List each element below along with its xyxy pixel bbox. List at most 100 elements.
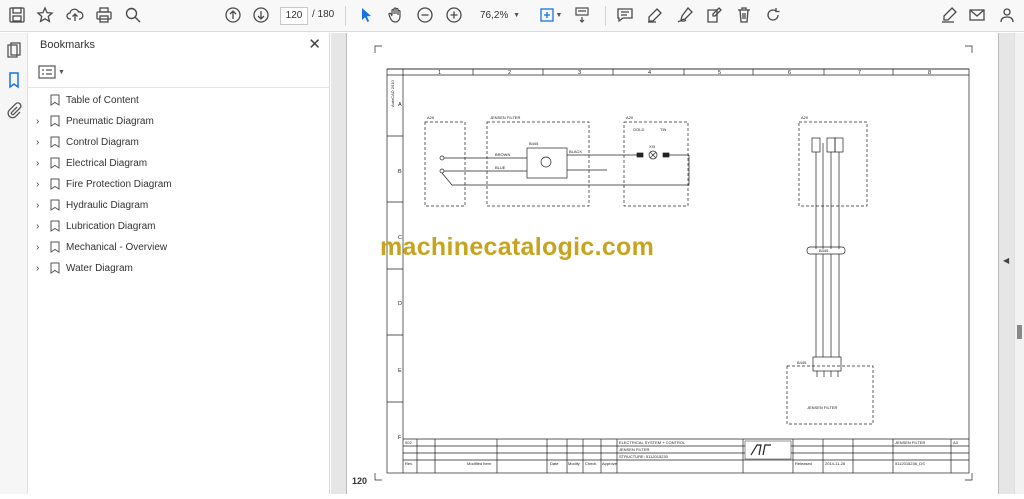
navigation-rail	[0, 33, 28, 494]
bookmark-icon	[50, 241, 60, 253]
wire-label: BLACK	[569, 149, 582, 154]
main-toolbar: 120 / 180 76,2% ▼ ▼	[0, 0, 1024, 32]
upload-cloud-icon[interactable]	[64, 4, 86, 26]
row-label: F	[398, 435, 402, 441]
date-label: 2014-11-26	[825, 461, 846, 466]
bookmarks-panel: Bookmarks ✕ ▼ Table of Content › Pneumat…	[28, 33, 330, 494]
column-label: 3	[578, 70, 581, 76]
column-label: 1	[438, 70, 441, 76]
bookmark-icon	[50, 115, 60, 127]
column-label: 7	[858, 70, 861, 76]
highlight-pen-icon[interactable]	[644, 4, 666, 26]
structure-label: STRUCTURE: 5112015230	[619, 454, 669, 459]
title-block-label: Modify	[568, 461, 580, 466]
bookmark-label: Electrical Diagram	[66, 157, 148, 169]
zoom-search-icon[interactable]	[122, 4, 144, 26]
column-label: 4	[648, 70, 651, 76]
bookmark-label: Hydraulic Diagram	[66, 199, 149, 211]
bookmark-icon	[50, 262, 60, 274]
zoom-in-icon[interactable]	[443, 4, 465, 26]
bookmark-label: Mechanical - Overview	[66, 241, 168, 253]
block-label: A20	[427, 115, 435, 120]
hand-tool-icon[interactable]	[385, 4, 407, 26]
drawing-title: JENSEN FILTER	[895, 440, 925, 445]
chevron-right-icon[interactable]: ›	[36, 137, 46, 148]
chevron-right-icon[interactable]: ›	[36, 242, 46, 253]
print-icon[interactable]	[93, 4, 115, 26]
wire-label: TIN	[660, 127, 667, 132]
mail-icon[interactable]	[966, 4, 988, 26]
bookmark-icon	[50, 94, 60, 106]
chevron-down-icon: ▼	[513, 12, 520, 19]
bookmark-item-hydraulic-diagram[interactable]: › Hydraulic Diagram	[36, 196, 296, 214]
chevron-right-icon[interactable]: ›	[36, 158, 46, 169]
chevron-right-icon[interactable]: ›	[36, 179, 46, 190]
component-label: B445	[529, 141, 539, 146]
block-label: JENSEN FILTER	[490, 115, 520, 120]
watermark-text: machinecatalogic.com	[380, 233, 655, 261]
row-label: E	[398, 368, 402, 374]
next-page-icon[interactable]	[250, 4, 272, 26]
bookmarks-title: Bookmarks	[40, 39, 96, 51]
bookmark-item-lubrication-diagram[interactable]: › Lubrication Diagram	[36, 217, 296, 235]
document-number: 5112015236_DS	[895, 461, 925, 466]
component-label: XI3	[649, 144, 656, 149]
bookmark-options-button[interactable]: ▼	[38, 63, 68, 81]
component-label: B445	[797, 360, 807, 365]
bookmark-item-pneumatic-diagram[interactable]: › Pneumatic Diagram	[36, 112, 296, 130]
redo-rotate-icon[interactable]	[762, 4, 784, 26]
fit-options-dropdown-icon[interactable]: ▼	[554, 4, 564, 26]
bookmark-label: Water Diagram	[66, 262, 133, 274]
bookmark-icon	[50, 157, 60, 169]
zoom-level-value: 76,2%	[480, 10, 509, 21]
account-icon[interactable]	[996, 4, 1018, 26]
title-block-label: Rev.	[405, 461, 413, 466]
bookmark-label: Table of Content	[66, 94, 139, 106]
delete-trash-icon[interactable]	[733, 4, 755, 26]
comment-icon[interactable]	[614, 4, 636, 26]
chevron-right-icon[interactable]: ›	[36, 221, 46, 232]
page-total-label: / 180	[312, 9, 335, 20]
previous-page-icon[interactable]	[222, 4, 244, 26]
scroll-mode-icon[interactable]	[571, 4, 593, 26]
row-label: A	[398, 102, 402, 108]
bookmark-item-electrical-diagram[interactable]: › Electrical Diagram	[36, 154, 296, 172]
toolbar-divider	[605, 6, 606, 26]
bookmark-label: Pneumatic Diagram	[66, 115, 154, 127]
title-block-label: Check	[585, 461, 596, 466]
document-viewport: 1 2 3 4 5 6 7 8 A B C D E F AutoCAD 2010…	[331, 33, 1014, 494]
panel-divider	[28, 87, 330, 88]
company-logo	[744, 440, 792, 460]
bookmark-item-table-of-content[interactable]: Table of Content	[36, 91, 296, 109]
side-note: AutoCAD 2010	[390, 80, 395, 107]
page-number-input[interactable]: 120	[280, 7, 308, 25]
chevron-right-icon[interactable]: ›	[36, 200, 46, 211]
bookmark-item-fire-protection-diagram[interactable]: › Fire Protection Diagram	[36, 175, 296, 193]
bookmark-item-control-diagram[interactable]: › Control Diagram	[36, 133, 296, 151]
close-icon[interactable]: ✕	[308, 35, 321, 53]
chevron-right-icon[interactable]: ›	[36, 116, 46, 127]
stamp-edit-icon[interactable]	[703, 4, 725, 26]
save-icon[interactable]	[6, 4, 28, 26]
zoom-out-icon[interactable]	[414, 4, 436, 26]
revision-number: 002	[405, 440, 412, 445]
page-thumbnails-icon[interactable]	[5, 42, 23, 60]
zoom-level-select[interactable]: 76,2% ▼	[474, 7, 524, 25]
bookmark-item-mechanical-overview[interactable]: › Mechanical - Overview	[36, 238, 296, 256]
chevron-right-icon[interactable]: ›	[36, 263, 46, 274]
scrollbar-thumb[interactable]	[1017, 325, 1022, 339]
wire-label: BLUE	[495, 165, 506, 170]
bookmark-label: Lubrication Diagram	[66, 220, 156, 232]
title-block-label: Date	[550, 461, 559, 466]
star-icon[interactable]	[34, 4, 56, 26]
bookmark-item-water-diagram[interactable]: › Water Diagram	[36, 259, 296, 277]
expand-right-panel-icon[interactable]: ◀	[1003, 256, 1009, 265]
attachments-icon[interactable]	[5, 101, 23, 119]
bookmark-panel-icon[interactable]	[5, 71, 23, 89]
select-cursor-icon[interactable]	[355, 4, 377, 26]
bookmark-icon	[50, 199, 60, 211]
vertical-scrollbar[interactable]	[1014, 33, 1024, 494]
list-options-icon	[38, 65, 56, 79]
pen-sign-icon[interactable]	[938, 4, 960, 26]
draw-freehand-icon[interactable]	[674, 4, 696, 26]
